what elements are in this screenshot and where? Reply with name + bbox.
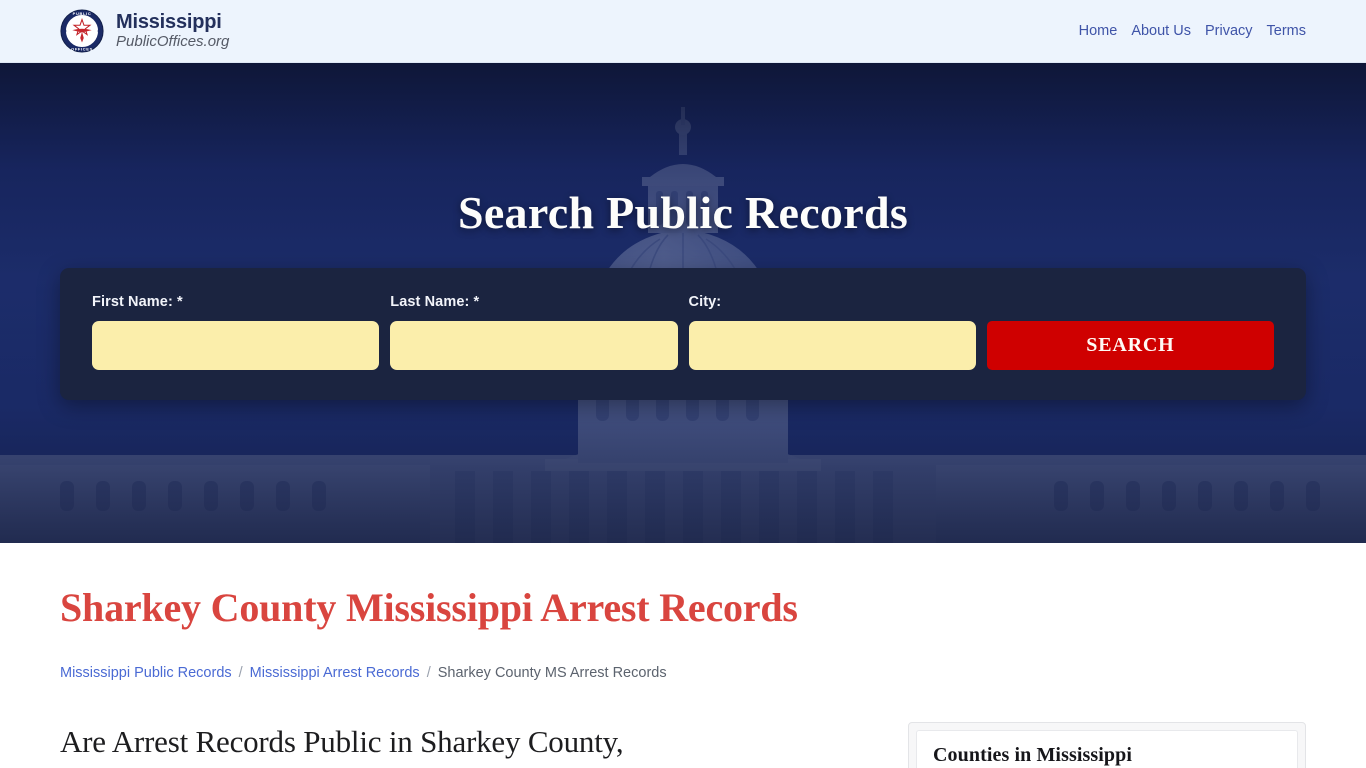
nav-link-home[interactable]: Home: [1079, 23, 1118, 39]
breadcrumb-link-mississippi-arrest-records[interactable]: Mississippi Arrest Records: [250, 665, 420, 681]
brand-subtitle: PublicOffices.org: [116, 33, 230, 51]
city-label: City:: [688, 294, 722, 310]
nav-link-terms[interactable]: Terms: [1267, 23, 1306, 39]
breadcrumb-current-page: Sharkey County MS Arrest Records: [437, 665, 667, 681]
article-body: Are Arrest Records Public in Sharkey Cou…: [60, 722, 846, 762]
first-name-label: First Name: *: [92, 294, 183, 310]
brand-title: Mississippi: [116, 11, 222, 34]
hero-title: Search Public Records: [457, 187, 909, 238]
city-input[interactable]: [688, 321, 976, 370]
breadcrumb-separator: /: [238, 665, 243, 681]
page-title: Sharkey County Mississippi Arrest Record…: [60, 585, 798, 630]
city-field-group: City:: [688, 294, 976, 370]
brand-logo-link[interactable]: PUBLIC OFFICES Mississippi PublicOffices…: [60, 9, 229, 53]
sidebar-counties-card: Counties in Mississippi: [916, 730, 1298, 768]
main-navigation: Home About Us Privacy Terms: [1079, 23, 1306, 39]
breadcrumb-separator: /: [426, 665, 431, 681]
breadcrumb: Mississippi Public Records / Mississippi…: [60, 665, 1306, 681]
last-name-label: Last Name: *: [390, 294, 480, 310]
hero-section: Search Public Records First Name: * Last…: [0, 63, 1366, 543]
site-header: PUBLIC OFFICES Mississippi PublicOffices…: [0, 0, 1366, 63]
breadcrumb-link-mississippi-public-records[interactable]: Mississippi Public Records: [60, 665, 232, 681]
first-name-input[interactable]: [92, 321, 380, 370]
main-content: Sharkey County Mississippi Arrest Record…: [60, 543, 1306, 768]
svg-text:OFFICES: OFFICES: [71, 46, 93, 51]
last-name-input[interactable]: [390, 321, 678, 370]
public-offices-seal-icon: PUBLIC OFFICES: [60, 9, 104, 53]
sidebar-counties-panel: Counties in Mississippi: [908, 722, 1306, 768]
search-button[interactable]: SEARCH: [986, 321, 1274, 370]
sidebar-counties-title: Counties in Mississippi: [933, 744, 1133, 766]
nav-link-about-us[interactable]: About Us: [1131, 23, 1191, 39]
svg-text:PUBLIC: PUBLIC: [73, 11, 92, 16]
first-name-field-group: First Name: *: [92, 294, 380, 370]
last-name-field-group: Last Name: *: [390, 294, 678, 370]
nav-link-privacy[interactable]: Privacy: [1205, 23, 1253, 39]
public-records-search-form: First Name: * Last Name: * City: SEARCH: [60, 268, 1306, 400]
article-heading: Are Arrest Records Public in Sharkey Cou…: [60, 724, 624, 759]
